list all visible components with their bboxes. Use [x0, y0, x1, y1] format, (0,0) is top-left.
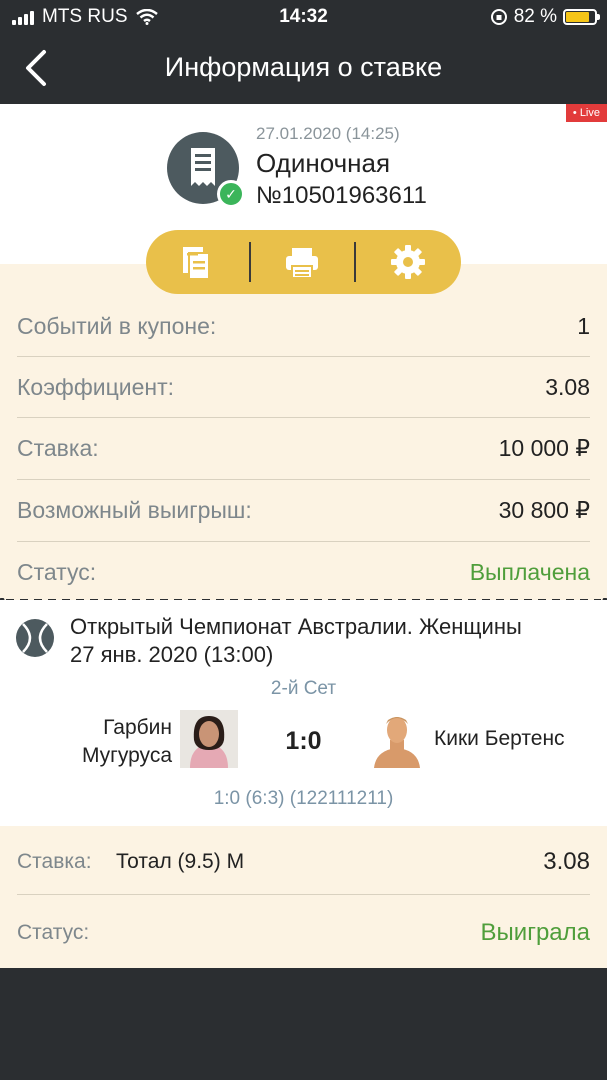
status-label: Статус:	[17, 559, 97, 585]
stake-label: Ставка:	[17, 435, 99, 461]
page-title: Информация о ставке	[164, 52, 443, 82]
events-count-label: Событий в купоне:	[17, 313, 217, 339]
bet-detail: Ставка: Тотал (9.5) М 3.08 Статус: Выигр…	[0, 826, 607, 968]
possible-win-value: 30 800 ₽	[498, 497, 590, 523]
tennis-ball-icon	[16, 619, 54, 657]
check-circle-icon: ✓	[217, 180, 245, 208]
gear-icon[interactable]	[388, 242, 428, 282]
action-toolbar	[146, 230, 461, 294]
toolbar-divider	[249, 242, 251, 282]
live-badge: • Live	[565, 104, 607, 122]
period-label: 2-й Сет	[270, 678, 337, 699]
battery-percent: 82 %	[513, 6, 557, 27]
bet-type: Одиночная	[256, 148, 391, 178]
summary-row: Ставка: 10 000 ₽	[0, 417, 607, 479]
status-value: Выплачена	[469, 559, 590, 585]
battery-icon	[563, 9, 600, 25]
stake-type-label: Ставка:	[17, 850, 92, 873]
summary-row: Возможный выигрыш: 30 800 ₽	[0, 479, 607, 541]
odds-value: 3.08	[545, 374, 590, 400]
printer-icon[interactable]	[282, 242, 322, 282]
market-odds: 3.08	[543, 848, 590, 875]
toolbar-divider	[354, 242, 356, 282]
odds-label: Коэффициент:	[17, 374, 175, 400]
bet-status-value: Выиграла	[480, 919, 590, 946]
status-bar: MTS RUS 14:32 82 %	[0, 0, 607, 34]
bet-status-label: Статус:	[17, 921, 90, 944]
stake-value: 10 000 ₽	[498, 435, 590, 461]
event-card[interactable]: Открытый Чемпионат Австралии. Женщины 27…	[0, 600, 607, 826]
summary-row: Событий в купоне: 1	[0, 295, 607, 357]
possible-win-label: Возможный выигрыш:	[17, 497, 252, 523]
events-count-value: 1	[577, 313, 590, 339]
tournament-name: Открытый Чемпионат Австралии. Женщины	[70, 614, 522, 639]
summary-row: Коэффициент: 3.08	[0, 356, 607, 418]
orientation-lock-icon	[490, 9, 507, 25]
divider	[17, 894, 590, 895]
navigation-bar: Информация о ставке	[0, 34, 607, 104]
market-name: Тотал (9.5) М	[116, 850, 245, 873]
bet-number: №10501963611	[256, 182, 427, 209]
event-date: 27 янв. 2020 (13:00)	[70, 642, 274, 667]
document-copy-icon[interactable]	[176, 242, 216, 282]
bet-summary: Событий в купоне: 1 Коэффициент: 3.08 Ст…	[0, 264, 607, 600]
bet-date: 27.01.2020 (14:25)	[256, 124, 400, 143]
team2-name: Кики Бертенс	[434, 727, 565, 750]
score-detail: 1:0 (6:3) (122111211)	[213, 788, 394, 809]
summary-row: Статус: Выплачена	[0, 541, 607, 603]
team2-avatar	[368, 710, 426, 768]
